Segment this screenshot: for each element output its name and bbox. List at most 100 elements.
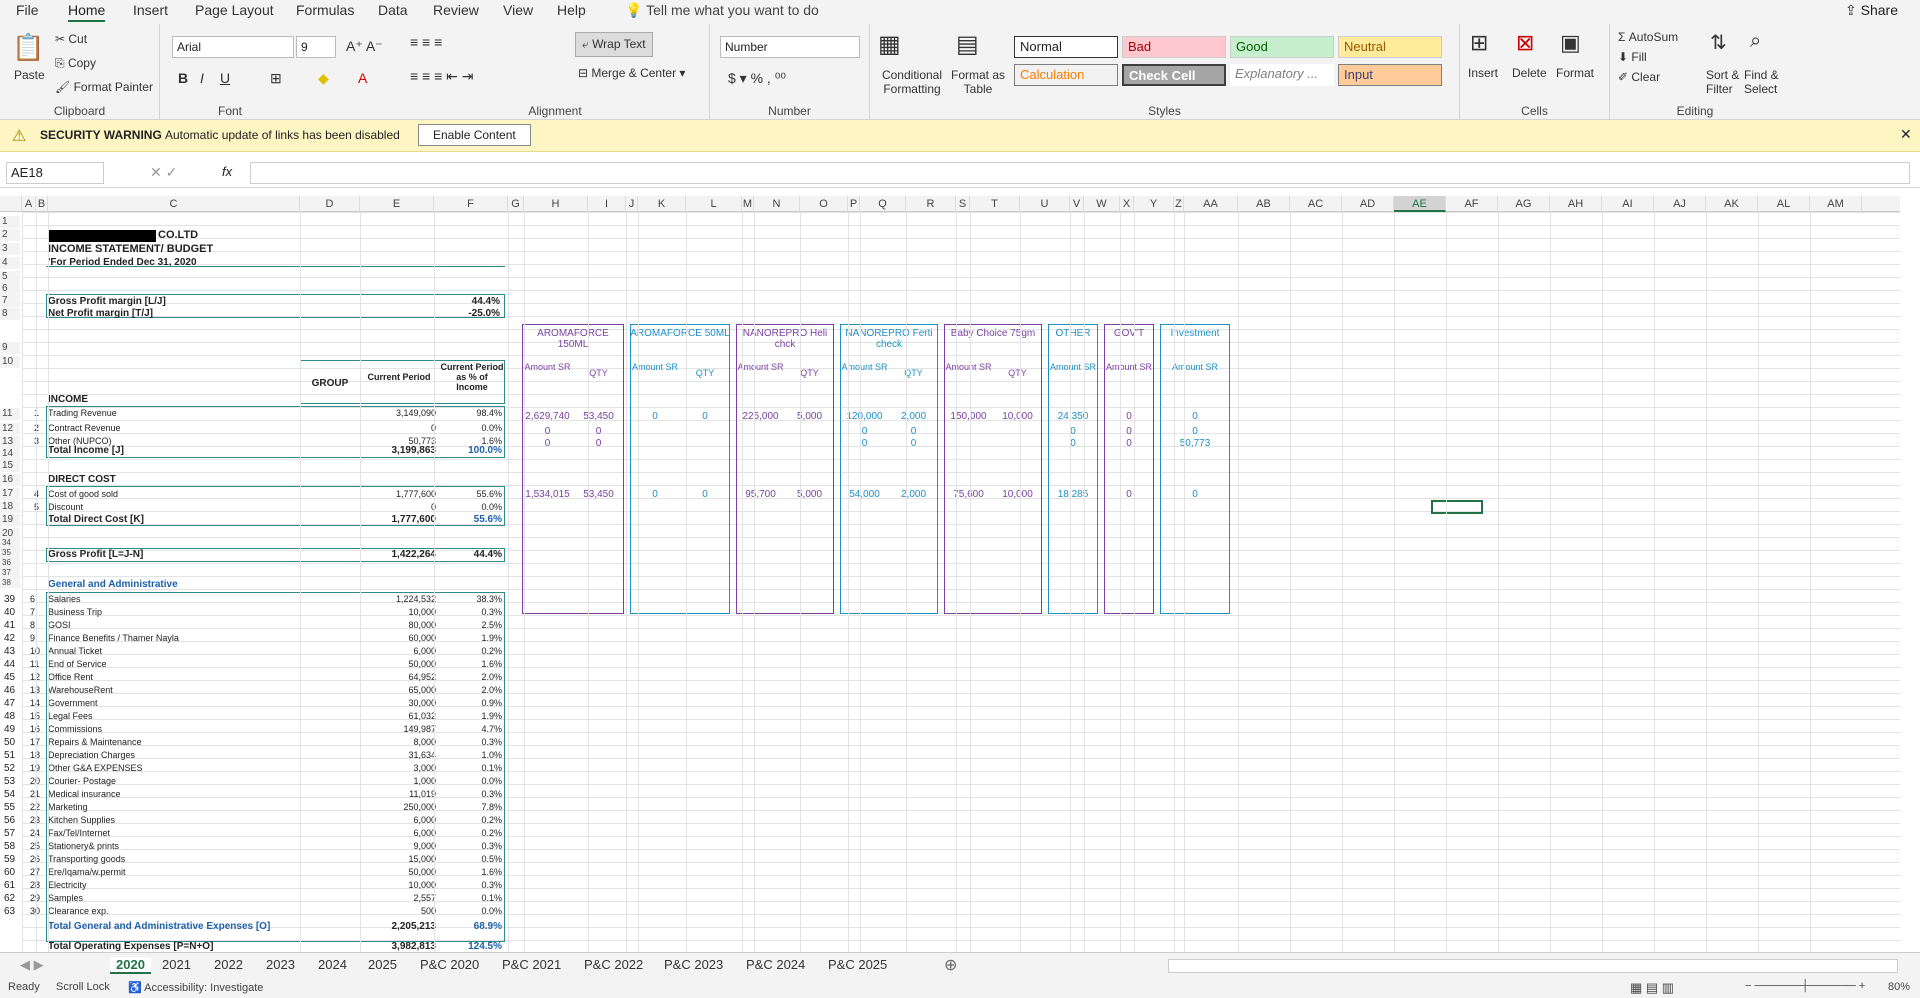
column-header-r[interactable]: R: [906, 196, 956, 212]
conditional-formatting-icon[interactable]: ▦: [878, 30, 901, 59]
find-select-icon[interactable]: ⌕: [1750, 30, 1761, 53]
column-header-ag[interactable]: AG: [1498, 196, 1550, 212]
row-header[interactable]: 61: [4, 880, 15, 891]
bold-button[interactable]: B: [178, 70, 188, 86]
row-header[interactable]: 10: [0, 356, 20, 368]
underline-button[interactable]: U: [220, 70, 230, 86]
fill-color-icon[interactable]: ◆: [318, 70, 329, 87]
column-header-h[interactable]: H: [524, 196, 588, 212]
accessibility-status[interactable]: ♿ Accessibility: Investigate: [128, 981, 263, 994]
sheet-tab-2022[interactable]: 2022: [214, 957, 243, 972]
copy-button[interactable]: ⎘ Copy: [55, 56, 96, 71]
column-header-m[interactable]: M: [742, 196, 754, 212]
column-header-j[interactable]: J: [626, 196, 638, 212]
style-check-cell[interactable]: Check Cell: [1122, 64, 1226, 86]
column-header-f[interactable]: F: [434, 196, 508, 212]
style-input[interactable]: Input: [1338, 64, 1442, 86]
column-header-al[interactable]: AL: [1758, 196, 1810, 212]
close-icon[interactable]: ✕: [1900, 126, 1912, 143]
row-header[interactable]: 51: [4, 750, 15, 761]
sheet-tab-p-c-2022[interactable]: P&C 2022: [584, 957, 643, 972]
zoom-slider[interactable]: − ──────┼────── +: [1745, 980, 1865, 992]
sheet-tab-2021[interactable]: 2021: [162, 957, 191, 972]
column-header-ah[interactable]: AH: [1550, 196, 1602, 212]
format-button[interactable]: Format: [1556, 66, 1594, 80]
selected-cell[interactable]: [1431, 500, 1483, 514]
grow-font-icon[interactable]: A⁺ A⁻: [346, 38, 383, 55]
row-header[interactable]: 36: [0, 558, 20, 568]
row-header[interactable]: 48: [4, 711, 15, 722]
merge-center-button[interactable]: ⊟ Merge & Center ▾: [578, 66, 685, 80]
sheet-tab-p-c-2024[interactable]: P&C 2024: [746, 957, 805, 972]
column-header-t[interactable]: T: [970, 196, 1020, 212]
column-header-aa[interactable]: AA: [1184, 196, 1238, 212]
borders-icon[interactable]: ⊞: [270, 70, 282, 87]
number-format-select[interactable]: Number: [720, 36, 860, 58]
column-header-ai[interactable]: AI: [1602, 196, 1654, 212]
select-all-corner[interactable]: [0, 196, 22, 212]
row-header[interactable]: 8: [0, 308, 20, 320]
font-name-select[interactable]: Arial: [172, 36, 294, 58]
row-header[interactable]: 34: [0, 538, 20, 548]
row-header[interactable]: 39: [4, 594, 15, 605]
column-header-af[interactable]: AF: [1446, 196, 1498, 212]
row-header[interactable]: 41: [4, 620, 15, 631]
sheet-tab-2020[interactable]: 2020: [110, 957, 151, 974]
sheet-tab-2025[interactable]: 2025: [368, 957, 397, 972]
row-header[interactable]: 35: [0, 548, 20, 558]
column-header-p[interactable]: P: [848, 196, 860, 212]
format-table-icon[interactable]: ▤: [956, 30, 979, 59]
row-header[interactable]: 2: [0, 229, 20, 241]
sheet-tab-p-c-2021[interactable]: P&C 2021: [502, 957, 561, 972]
style-calculation[interactable]: Calculation: [1014, 64, 1118, 86]
row-header[interactable]: 19: [0, 514, 20, 526]
font-color-icon[interactable]: A: [358, 70, 367, 86]
sort-filter-button[interactable]: Sort & Filter: [1706, 68, 1742, 96]
delete-icon[interactable]: ⊠: [1516, 30, 1534, 56]
row-header[interactable]: 6: [0, 283, 20, 295]
column-header-z[interactable]: Z: [1174, 196, 1184, 212]
column-header-x[interactable]: X: [1120, 196, 1134, 212]
row-header[interactable]: 43: [4, 646, 15, 657]
ribbon-tab-view[interactable]: View: [503, 2, 533, 18]
horizontal-scrollbar[interactable]: [1168, 959, 1898, 973]
row-header[interactable]: 14: [0, 448, 20, 460]
paste-button[interactable]: Paste: [14, 68, 45, 82]
row-header[interactable]: 50: [4, 737, 15, 748]
row-header[interactable]: 15: [0, 460, 20, 472]
row-header[interactable]: 56: [4, 815, 15, 826]
name-box[interactable]: AE18: [6, 162, 104, 184]
column-header-am[interactable]: AM: [1810, 196, 1862, 212]
row-header[interactable]: 40: [4, 607, 15, 618]
column-header-d[interactable]: D: [300, 196, 360, 212]
row-header[interactable]: 42: [4, 633, 15, 644]
row-header[interactable]: 53: [4, 776, 15, 787]
row-header[interactable]: 1: [0, 216, 20, 228]
row-header[interactable]: 45: [4, 672, 15, 683]
find-select-button[interactable]: Find & Select: [1744, 68, 1784, 96]
row-header[interactable]: 5: [0, 271, 20, 283]
column-header-n[interactable]: N: [754, 196, 800, 212]
style-neutral[interactable]: Neutral: [1338, 36, 1442, 58]
style-bad[interactable]: Bad: [1122, 36, 1226, 58]
column-header-u[interactable]: U: [1020, 196, 1070, 212]
wrap-text-button[interactable]: ⤶ Wrap Text: [575, 32, 653, 57]
fill-button[interactable]: ⬇ Fill: [1618, 50, 1647, 64]
format-painter-button[interactable]: 🖌 Format Painter: [55, 80, 153, 94]
row-header[interactable]: 7: [0, 295, 20, 307]
formula-input[interactable]: [250, 162, 1910, 184]
row-header[interactable]: 58: [4, 841, 15, 852]
ribbon-tab-review[interactable]: Review: [433, 2, 479, 18]
align-left-icon[interactable]: ≡ ≡ ≡ ⇤ ⇥: [410, 68, 474, 85]
fx-icon[interactable]: fx: [222, 164, 232, 179]
clear-button[interactable]: ✐ Clear: [1618, 70, 1660, 84]
row-header[interactable]: 54: [4, 789, 15, 800]
sort-filter-icon[interactable]: ⇅: [1710, 30, 1727, 55]
currency-icon[interactable]: $ ▾ % , ⁰⁰: [728, 70, 786, 87]
row-header[interactable]: 13: [0, 436, 20, 448]
scroll-left-icon[interactable]: ◀ ▶: [20, 957, 44, 973]
row-header[interactable]: 9: [0, 342, 20, 354]
row-header[interactable]: 18: [0, 501, 20, 513]
delete-button[interactable]: Delete: [1512, 66, 1547, 80]
row-header[interactable]: 63: [4, 906, 15, 917]
